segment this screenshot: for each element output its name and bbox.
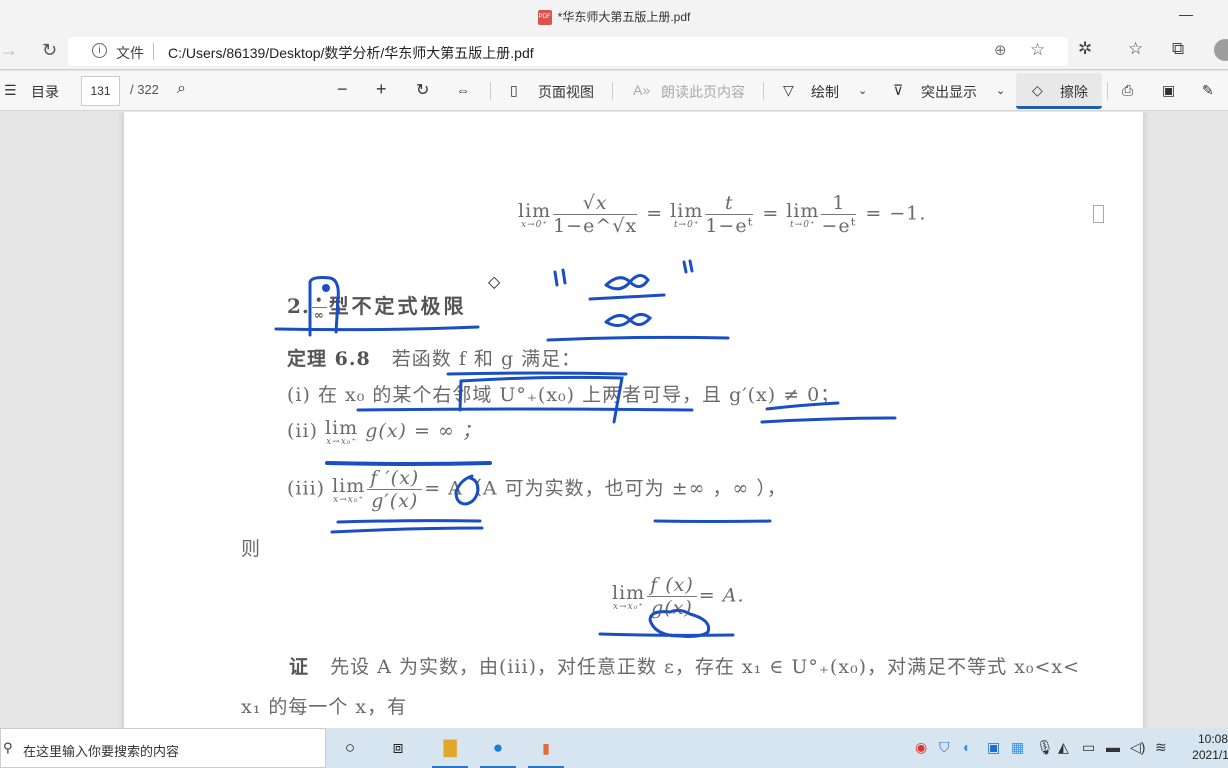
missing-glyph-box (1093, 205, 1104, 223)
lim-2: lim t→0⁺ (670, 199, 704, 230)
edge-icon[interactable]: ● (478, 728, 518, 768)
add-favorite-icon[interactable]: ☆ (1030, 40, 1045, 60)
profile-avatar[interactable] (1214, 39, 1228, 61)
draw-button[interactable]: 绘制 (811, 82, 839, 102)
task-view-icon[interactable]: ⧈ (378, 728, 418, 768)
conclusion-equation: lim x→x₀⁺ f (x) g(x) = A. (612, 574, 745, 619)
title-bar: PDF *华东师大第五版上册.pdf — (0, 0, 1228, 33)
proof-line-1: 证 先设 A 为实数，由(iii)，对任意正数 ε，存在 x₁ ∈ U°₊(x₀… (289, 656, 1081, 678)
eraser-cursor-icon: ◇ (488, 274, 501, 291)
taskbar-search[interactable]: ⚲ 在这里输入你要搜索的内容 (0, 728, 326, 768)
lim-1: lim x→0⁺ (518, 199, 552, 230)
condition-i: (i) 在 x₀ 的某个右邻域 U°₊(x₀) 上两者可导，且 g′(x) ≠ … (287, 384, 841, 406)
equation-result: = −1. (865, 202, 927, 225)
search-icon: ⚲ (3, 740, 13, 755)
divider (153, 43, 154, 60)
frac-den: 1−eᵗ (705, 215, 754, 237)
tray-app3-icon[interactable]: ▦ (1011, 739, 1024, 756)
display-icon[interactable]: ▭ (1082, 739, 1095, 756)
erase-button[interactable]: ◇ 擦除 (1016, 73, 1102, 109)
page-view-icon[interactable]: ▯ (510, 82, 518, 99)
pdf-toolbar: ☰ 目录 131 / 322 ⌕ − + ↻ ⇔ ▯ 页面视图 A» 朗读此页内… (0, 71, 1228, 111)
frac-num: √x (553, 192, 638, 215)
highlight-chevron-down-icon[interactable]: ⌄ (996, 84, 1005, 97)
proof-line-2: x₁ 的每一个 x，有 (241, 696, 408, 718)
clock-time: 10:08 (1197, 732, 1228, 746)
wifi-icon[interactable]: ≋ (1155, 739, 1167, 756)
battery-icon[interactable]: ▬ (1106, 739, 1120, 755)
eraser-icon: ◇ (1032, 82, 1043, 98)
zoom-in-button[interactable]: + (376, 79, 387, 100)
address-bar-row: → ↻ i 文件 C:/Users/86139/Desktop/数学分析/华东师… (0, 33, 1228, 70)
save-icon[interactable]: ▣ (1162, 82, 1175, 99)
extensions-icon[interactable]: ✲ (1078, 39, 1092, 59)
url-text[interactable]: C:/Users/86139/Desktop/数学分析/华东师大第五版上册.pd… (168, 43, 534, 63)
minimize-button[interactable]: — (1176, 6, 1196, 26)
total-pages: / 322 (130, 82, 159, 97)
lim-3: lim t→0⁺ (786, 199, 820, 230)
tray-app4-icon[interactable]: ◭ (1058, 739, 1069, 756)
read-aloud-button[interactable]: 朗读此页内容 (661, 82, 745, 102)
cortana-icon[interactable]: ○ (330, 728, 370, 768)
theorem-intro: 定理 6.8 若函数 f 和 g 满足： (287, 348, 582, 370)
address-bar[interactable]: i 文件 C:/Users/86139/Desktop/数学分析/华东师大第五版… (68, 37, 1068, 66)
draw-icon[interactable]: ▽ (783, 82, 794, 99)
collections-icon[interactable]: ⧉ (1172, 39, 1184, 59)
toc-icon[interactable]: ☰ (4, 82, 17, 99)
forward-arrow-icon[interactable]: → (0, 40, 18, 61)
tray-record-icon[interactable]: ◉ (915, 739, 927, 756)
window-title-text: *华东师大第五版上册.pdf (557, 10, 691, 24)
erase-label: 擦除 (1060, 84, 1088, 100)
info-icon[interactable]: i (92, 43, 107, 58)
draw-chevron-down-icon[interactable]: ⌄ (858, 84, 867, 97)
read-aloud-icon[interactable]: A» (633, 82, 650, 98)
highlight-icon[interactable]: ⊽ (893, 82, 903, 99)
window-title: PDF *华东师大第五版上册.pdf (0, 8, 1228, 26)
frac-num: t (705, 192, 754, 215)
tray-app2-icon[interactable]: ▣ (987, 739, 1000, 756)
print-icon[interactable]: ⎙ (1122, 82, 1133, 99)
section-heading: 2. • ∞ 型不定式极限 (287, 293, 467, 322)
fit-width-icon[interactable]: ⇔ (456, 82, 470, 98)
scheme-label: 文件 (116, 45, 144, 61)
clock-date: 2021/11/ (1192, 748, 1228, 762)
toc-button[interactable]: 目录 (31, 82, 59, 102)
rotate-icon[interactable]: ↻ (416, 80, 429, 100)
limit-equation: lim x→0⁺ √x 1−e^√x = lim t→0⁺ t 1−eᵗ = lim t→0⁺… (518, 192, 927, 237)
divider (490, 82, 491, 100)
condition-ii: (ii) lim x→x₀⁺ g(x) = ∞ ； (287, 417, 482, 447)
zoom-out-button[interactable]: − (337, 79, 348, 100)
highlight-button[interactable]: 突出显示 (921, 82, 977, 102)
microphone-icon[interactable]: 🎙 (1036, 739, 1054, 756)
clock[interactable]: 10:08 2021/11/ (1178, 731, 1228, 763)
frac-den: −eᵗ (821, 215, 857, 237)
pdf-viewer[interactable]: lim x→0⁺ √x 1−e^√x = lim t→0⁺ t 1−eᵗ = lim t→0⁺… (0, 112, 1228, 728)
refresh-icon[interactable]: ↻ (42, 40, 57, 61)
frac-den: 1−e^√x (553, 215, 638, 237)
divider (763, 82, 764, 100)
volume-icon[interactable]: ◁) (1130, 739, 1145, 756)
pdf-file-icon: PDF (537, 10, 552, 26)
zoom-icon[interactable]: ⊕ (994, 41, 1007, 59)
search-icon[interactable]: ⌕ (177, 80, 186, 98)
then-label: 则 (241, 538, 262, 560)
search-placeholder: 在这里输入你要搜索的内容 (23, 744, 180, 759)
frac-num: 1 (821, 192, 857, 215)
tray-shield-icon[interactable]: ⛉ (939, 739, 950, 756)
app-icon[interactable]: ▮ (526, 728, 566, 768)
save-as-icon[interactable]: ✎ (1202, 82, 1214, 99)
divider (612, 82, 613, 100)
file-explorer-icon[interactable]: ▇ (430, 728, 470, 768)
pdf-page: lim x→0⁺ √x 1−e^√x = lim t→0⁺ t 1−eᵗ = lim t→0⁺… (124, 112, 1143, 728)
page-number-input[interactable]: 131 (81, 76, 120, 106)
favorites-icon[interactable]: ☆ (1128, 39, 1143, 59)
tray-app-icon[interactable]: ◐ (963, 739, 971, 755)
divider (1107, 82, 1108, 100)
taskbar: ⚲ 在这里输入你要搜索的内容 ○ ⧈ ▇ ● ▮ ◉ ⛉ ◐ ▣ ▦ 🎙 ◭ ▭… (0, 728, 1228, 768)
page-view-button[interactable]: 页面视图 (538, 82, 594, 102)
condition-iii: (iii) lim x→x₀⁺ f ′(x) g′(x) = A（A 可为实数，也可为 … (287, 467, 787, 512)
